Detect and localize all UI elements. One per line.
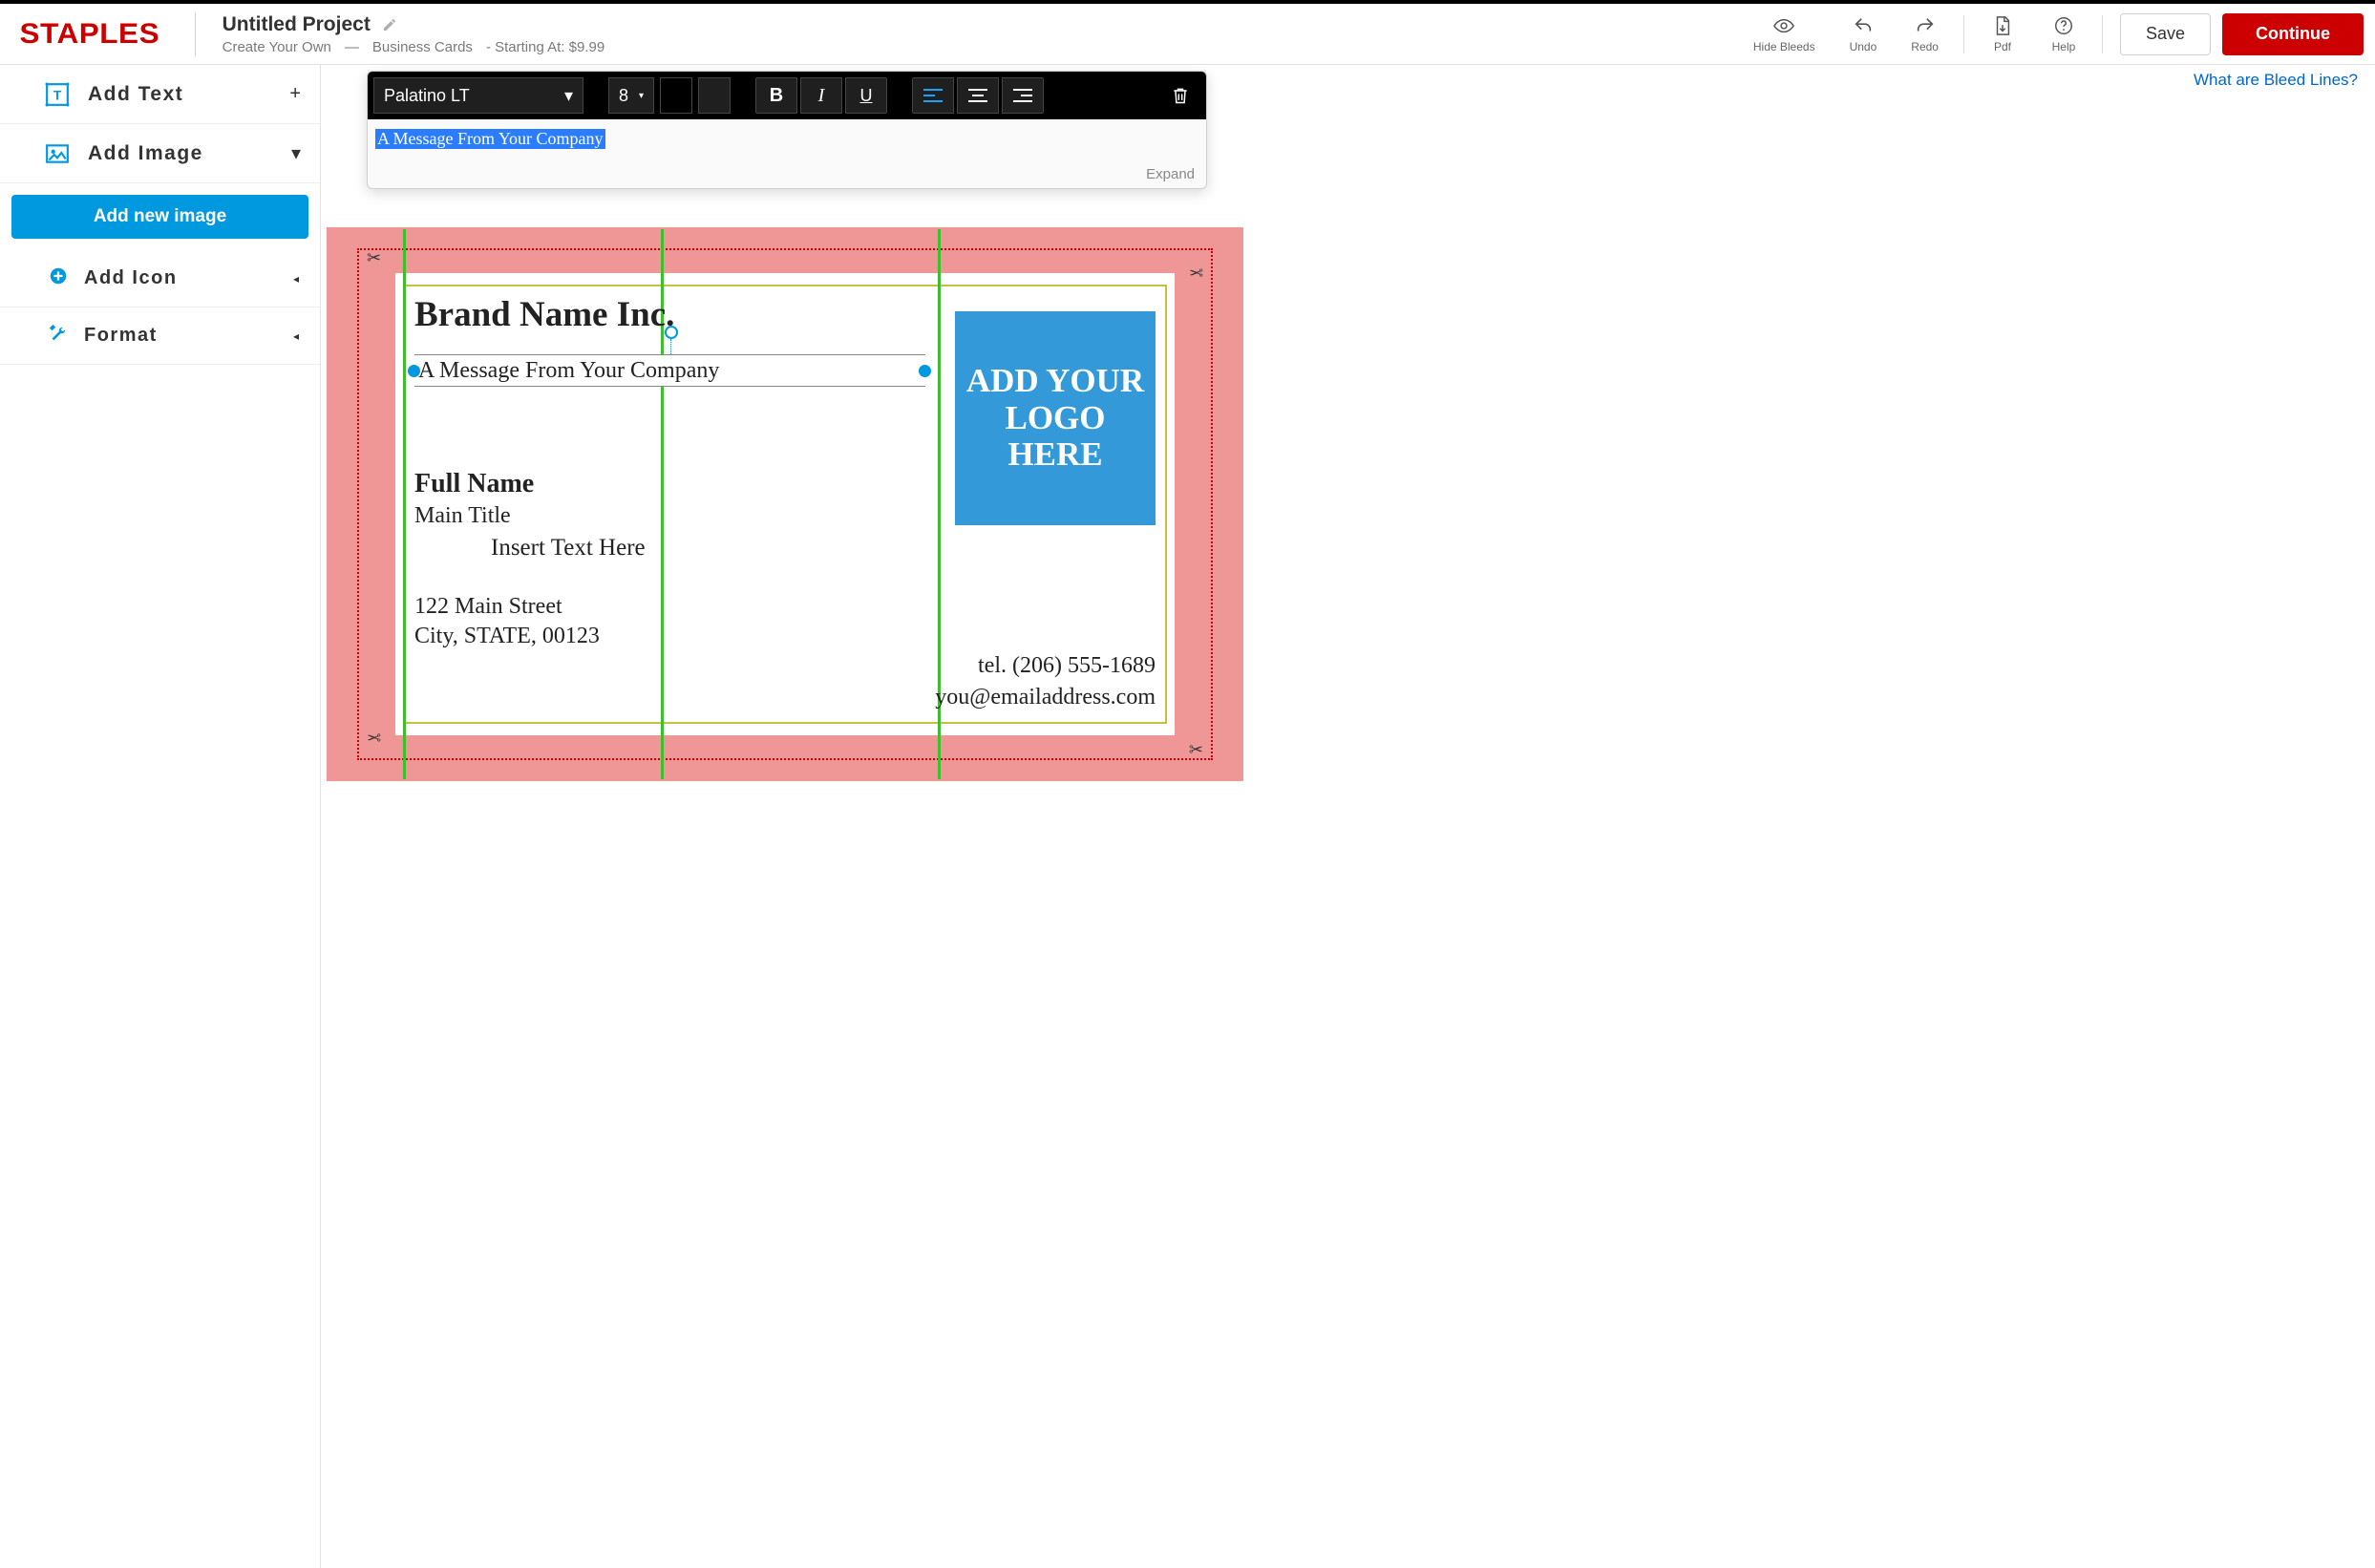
dropdown-icon: ▾ [639,91,644,101]
main: T Add Text + Add Image ▾ Add new image A… [0,65,2375,1568]
fontsize-value: 8 [619,86,628,106]
bleed-lines-link[interactable]: What are Bleed Lines? [2194,71,2358,90]
svg-text:T: T [53,87,62,102]
header: STAPLES Untitled Project Create Your Own… [0,0,2375,65]
text-toolbar: Palatino LT▾ 8▾ B I U [368,72,1206,119]
guide-line [403,229,406,779]
edit-icon[interactable] [382,17,397,32]
bold-button[interactable]: B [755,77,797,114]
spacer [698,77,731,114]
image-icon [44,141,71,166]
chevron-left-icon: ◂ [293,329,299,343]
rotate-handle[interactable] [665,326,678,339]
expand-button[interactable]: Expand [1146,166,1195,182]
align-center-button[interactable] [957,77,999,114]
resize-handle-left[interactable] [408,365,420,377]
hide-bleeds-label: Hide Bleeds [1753,40,1815,53]
insert-text[interactable]: Insert Text Here [414,535,1156,562]
continue-button[interactable]: Continue [2222,13,2364,55]
text-editor: Palatino LT▾ 8▾ B I U [367,71,1207,189]
style-group: B I U [755,77,887,114]
address-line2[interactable]: City, STATE, 00123 [414,624,1156,649]
text-editor-body[interactable]: A Message From Your Company Expand [368,119,1206,188]
italic-button[interactable]: I [800,77,842,114]
fontsize-select[interactable]: 8▾ [608,77,654,114]
save-button[interactable]: Save [2120,13,2211,55]
chevron-down-icon: ▾ [291,141,301,165]
undo-icon [1850,15,1877,36]
sidebar-add-image-label: Add Image [88,142,203,165]
chevron-left-icon: ◂ [293,272,299,286]
divider [195,12,196,56]
redo-button[interactable]: Redo [1894,15,1956,53]
redo-icon [1912,15,1939,36]
project-title[interactable]: Untitled Project [223,13,371,36]
hide-bleeds-button[interactable]: Hide Bleeds [1736,15,1833,53]
breadcrumb-c: - Starting At: $9.99 [486,39,604,55]
plus-icon: + [289,83,301,105]
font-value: Palatino LT [384,86,470,106]
divider [1963,15,1964,53]
pdf-button[interactable]: Pdf [1972,15,2033,53]
canvas: What are Bleed Lines? Palatino LT▾ 8▾ B … [321,65,2375,1568]
add-new-image-button[interactable]: Add new image [11,195,308,239]
sidebar-add-icon-label: Add Icon [84,267,178,289]
sidebar-add-text[interactable]: T Add Text + [0,65,320,124]
help-button[interactable]: Help [2033,15,2094,53]
email-text[interactable]: you@emailaddress.com [935,685,1156,710]
breadcrumb-a[interactable]: Create Your Own [223,39,331,55]
sidebar-format-label: Format [84,325,158,347]
breadcrumb-b[interactable]: Business Cards [372,39,473,55]
breadcrumb-sep: — [345,39,359,55]
scissor-icon: ✂ [1189,740,1203,760]
sidebar-add-icon[interactable]: Add Icon ◂ [0,250,320,307]
align-group [912,77,1044,114]
resize-handle-right[interactable] [919,365,931,377]
dropdown-icon: ▾ [564,86,573,106]
scissor-icon: ✂ [367,729,381,749]
selected-text[interactable]: A Message From Your Company [375,129,605,149]
divider [2102,15,2103,53]
font-select[interactable]: Palatino LT ▾ [373,77,583,114]
eye-icon [1771,15,1797,36]
rotate-line [670,339,671,354]
sidebar-add-image[interactable]: Add Image ▾ [0,124,320,183]
align-right-button[interactable] [1002,77,1044,114]
color-swatch[interactable] [660,77,692,114]
help-icon [2050,15,2077,36]
circle-plus-icon [48,265,69,291]
undo-label: Undo [1850,40,1877,53]
pdf-icon [1989,15,2016,36]
pdf-label: Pdf [1994,40,2011,53]
tel-text[interactable]: tel. (206) 555-1689 [935,653,1156,679]
contact-block: tel. (206) 555-1689 you@emailaddress.com [935,647,1156,710]
message-text[interactable]: A Message From Your Company [414,354,925,387]
project-info: Untitled Project Create Your Own — Busin… [223,13,605,55]
help-label: Help [2052,40,2076,53]
staples-logo: STAPLES [20,18,160,51]
tools-icon [48,323,69,349]
address-line1[interactable]: 122 Main Street [414,594,1156,620]
card-content: Brand Name Inc. A Message From Your Comp… [414,294,1156,714]
text-icon: T [44,82,71,107]
underline-button[interactable]: U [845,77,887,114]
delete-button[interactable] [1160,77,1200,114]
logo-placeholder[interactable]: ADD YOUR LOGO HERE [955,311,1156,525]
sidebar: T Add Text + Add Image ▾ Add new image A… [0,65,321,1568]
header-actions: Hide Bleeds Undo Redo Pdf Help Save Cont… [1736,13,2364,55]
align-left-button[interactable] [912,77,954,114]
sidebar-add-text-label: Add Text [88,83,183,106]
sidebar-format[interactable]: Format ◂ [0,307,320,365]
card-artboard[interactable]: ✂ ✂ ✂ ✂ Brand Name Inc. A Message From Y… [327,227,1243,781]
scissor-icon: ✂ [367,248,381,268]
scissor-icon: ✂ [1189,262,1203,282]
redo-label: Redo [1911,40,1939,53]
undo-button[interactable]: Undo [1833,15,1895,53]
